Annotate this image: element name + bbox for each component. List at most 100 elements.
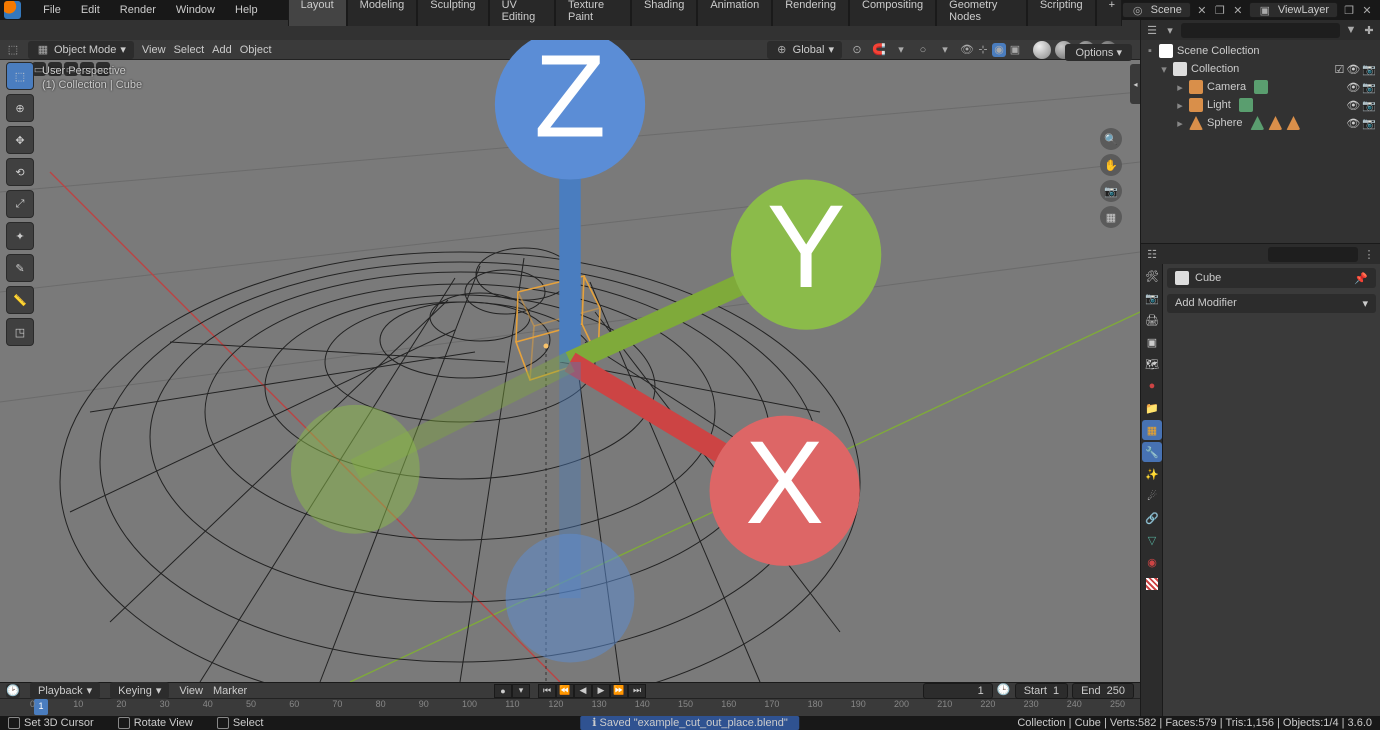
jump-start-button[interactable]: ⏮ [538, 684, 556, 698]
prop-tab-texture[interactable] [1142, 574, 1162, 594]
play-reverse-button[interactable]: ◀ [574, 684, 592, 698]
rotate-tool[interactable]: ⟲ [6, 158, 34, 186]
collapse-icon[interactable]: ▾ [1159, 63, 1169, 76]
pin-icon[interactable]: 📌 [1354, 271, 1368, 285]
pin-scene-icon[interactable]: ✕ [1195, 3, 1209, 17]
expand-icon[interactable]: ▪ [1145, 45, 1155, 57]
prop-tab-scene[interactable]: 🗺 [1142, 354, 1162, 374]
tab-compositing[interactable]: Compositing [849, 0, 936, 26]
add-workspace-button[interactable]: + [1096, 0, 1122, 26]
timeline-ruler[interactable]: 1 01020304050607080901001101201301401501… [0, 699, 1140, 715]
timeline-editor-icon[interactable]: 🕑 [6, 684, 20, 698]
jump-end-button[interactable]: ⏭ [628, 684, 646, 698]
cursor-tool[interactable]: ⊕ [6, 94, 34, 122]
tab-texture-paint[interactable]: Texture Paint [555, 0, 631, 26]
expand-icon[interactable]: ▸ [1175, 117, 1185, 130]
prop-tab-modifiers[interactable]: 🔧 [1142, 442, 1162, 462]
add-modifier-dropdown[interactable]: Add Modifier ▾ [1167, 294, 1376, 313]
prop-tab-world[interactable]: ● [1142, 376, 1162, 396]
add-primitive-tool[interactable]: ◳ [6, 318, 34, 346]
prop-tab-tool[interactable]: 🛠 [1142, 266, 1162, 286]
outliner-display-mode-icon[interactable]: ▾ [1163, 23, 1177, 37]
menu-edit[interactable]: Edit [71, 1, 110, 19]
outliner-tree[interactable]: ▪ Scene Collection ▾ Collection ☑ 👁 📷 ▸ … [1141, 40, 1380, 243]
current-frame-field[interactable]: 1 [923, 683, 993, 699]
tab-geometry-nodes[interactable]: Geometry Nodes [936, 0, 1027, 26]
play-button[interactable]: ▶ [592, 684, 610, 698]
new-scene-icon[interactable]: ❐ [1213, 3, 1227, 17]
properties-editor-icon[interactable]: ☷ [1145, 247, 1159, 261]
outliner-search-input[interactable] [1181, 23, 1340, 38]
tab-sculpting[interactable]: Sculpting [417, 0, 488, 26]
menu-file[interactable]: File [33, 1, 71, 19]
zoom-button[interactable]: 🔍 [1100, 128, 1122, 150]
properties-search-input[interactable] [1268, 247, 1358, 262]
tree-item-sphere[interactable]: ▸ Sphere 👁📷 [1145, 114, 1376, 132]
render-visibility-icon[interactable]: 📷 [1362, 81, 1376, 94]
new-viewlayer-icon[interactable]: ❐ [1342, 3, 1356, 17]
jump-next-key-button[interactable]: ⏩ [610, 684, 628, 698]
prop-tab-data[interactable]: ▽ [1142, 530, 1162, 550]
checkbox-icon[interactable]: ☑ [1334, 63, 1344, 76]
playhead[interactable]: 1 [34, 699, 48, 715]
prop-tab-collection[interactable]: 📁 [1142, 398, 1162, 418]
tab-shading[interactable]: Shading [631, 0, 697, 26]
annotate-tool[interactable]: ✎ [6, 254, 34, 282]
eye-icon[interactable]: 👁 [1346, 81, 1360, 94]
tab-uv-editing[interactable]: UV Editing [489, 0, 555, 26]
timeline-menu-view[interactable]: View [179, 685, 203, 697]
keying-dropdown[interactable]: Keying ▾ [110, 682, 169, 699]
measure-tool[interactable]: 📏 [6, 286, 34, 314]
perspective-toggle-button[interactable]: ▦ [1100, 206, 1122, 228]
prop-tab-viewlayer[interactable]: ▣ [1142, 332, 1162, 352]
transform-tool[interactable]: ✦ [6, 222, 34, 250]
delete-scene-icon[interactable]: ✕ [1231, 3, 1245, 17]
new-collection-icon[interactable]: ✚ [1362, 23, 1376, 37]
tab-rendering[interactable]: Rendering [772, 0, 849, 26]
select-box-tool[interactable]: ⬚ [6, 62, 34, 90]
pan-button[interactable]: ✋ [1100, 154, 1122, 176]
prop-tab-object[interactable]: ▦ [1142, 420, 1162, 440]
move-tool[interactable]: ✥ [6, 126, 34, 154]
eye-icon[interactable]: 👁 [1346, 99, 1360, 112]
tab-modeling[interactable]: Modeling [347, 0, 418, 26]
timeline-menu-marker[interactable]: Marker [213, 685, 247, 697]
delete-viewlayer-icon[interactable]: ✕ [1360, 3, 1374, 17]
filter-icon[interactable]: ▼ [1344, 23, 1358, 37]
auto-key-options-icon[interactable]: ▾ [512, 684, 530, 698]
scale-tool[interactable]: ⤢ [6, 190, 34, 218]
jump-prev-key-button[interactable]: ⏪ [556, 684, 574, 698]
outliner-editor-icon[interactable]: ☰ [1145, 23, 1159, 37]
menu-window[interactable]: Window [166, 1, 225, 19]
prop-tab-output[interactable]: 🖨 [1142, 310, 1162, 330]
camera-view-button[interactable]: 📷 [1100, 180, 1122, 202]
properties-options-icon[interactable]: ⋮ [1362, 247, 1376, 261]
prop-tab-physics[interactable]: ☄ [1142, 486, 1162, 506]
prop-tab-particles[interactable]: ✨ [1142, 464, 1162, 484]
render-visibility-icon[interactable]: 📷 [1362, 63, 1376, 76]
viewlayer-selector[interactable]: ▣ ViewLayer [1249, 2, 1338, 18]
tree-item-light[interactable]: ▸ Light 👁📷 [1145, 96, 1376, 114]
menu-render[interactable]: Render [110, 1, 166, 19]
tab-scripting[interactable]: Scripting [1027, 0, 1096, 26]
tab-animation[interactable]: Animation [697, 0, 772, 26]
expand-icon[interactable]: ▸ [1175, 81, 1185, 94]
auto-key-toggle[interactable]: ● [494, 684, 512, 698]
tree-item-camera[interactable]: ▸ Camera 👁📷 [1145, 78, 1376, 96]
render-visibility-icon[interactable]: 📷 [1362, 117, 1376, 130]
tree-scene-collection[interactable]: ▪ Scene Collection [1145, 42, 1376, 60]
navigation-gizmo[interactable]: Z Y X [0, 40, 1140, 684]
n-panel-toggle[interactable]: ◂ [1130, 64, 1140, 104]
render-visibility-icon[interactable]: 📷 [1362, 99, 1376, 112]
frame-sync-icon[interactable]: 🕒 [997, 683, 1011, 697]
eye-icon[interactable]: 👁 [1346, 63, 1360, 76]
end-frame-field[interactable]: End250 [1072, 683, 1134, 699]
scene-selector[interactable]: ◎ Scene [1122, 2, 1191, 18]
tree-collection[interactable]: ▾ Collection ☑ 👁 📷 [1145, 60, 1376, 78]
breadcrumb[interactable]: Cube 📌 [1167, 268, 1376, 288]
prop-tab-material[interactable]: ◉ [1142, 552, 1162, 572]
tab-layout[interactable]: Layout [288, 0, 347, 26]
playback-dropdown[interactable]: Playback ▾ [30, 682, 100, 699]
prop-tab-constraints[interactable]: 🔗 [1142, 508, 1162, 528]
eye-icon[interactable]: 👁 [1346, 117, 1360, 130]
